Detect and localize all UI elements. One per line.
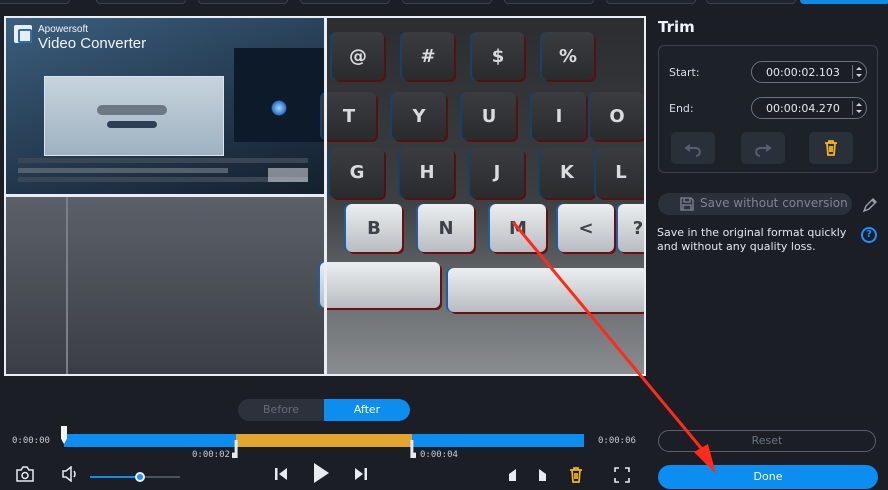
save-without-conversion-button[interactable]: Save without conversion bbox=[658, 193, 852, 215]
timeline-selection[interactable] bbox=[235, 434, 413, 447]
toolbar-tab[interactable] bbox=[96, 0, 186, 4]
save-description: Save in the original format quickly and … bbox=[657, 226, 847, 253]
selection-end-time: 0:00:04 bbox=[420, 450, 458, 460]
keyboard-key: I bbox=[532, 92, 586, 140]
keyboard-key: O bbox=[590, 92, 644, 140]
video-frame-keyboard: @ # $ % T Y U I O G H J K L B N M < ? bbox=[320, 18, 644, 374]
start-time-field[interactable]: 00:00:02.103 bbox=[751, 61, 867, 83]
undo-icon bbox=[684, 144, 701, 157]
undo-button[interactable] bbox=[671, 132, 715, 164]
keyboard-key: @ bbox=[332, 32, 384, 80]
step-forward-icon[interactable] bbox=[354, 466, 368, 482]
toolbar-tab[interactable] bbox=[402, 0, 492, 4]
timeline-end-time: 0:00:06 bbox=[598, 436, 636, 446]
end-label: End: bbox=[669, 102, 694, 115]
keyboard-key: % bbox=[542, 32, 594, 80]
keyboard-key: $ bbox=[472, 32, 524, 80]
selection-start-time: 0:00:02 bbox=[192, 450, 230, 460]
toolbar-tab[interactable] bbox=[504, 0, 594, 4]
glow-icon bbox=[271, 100, 287, 116]
keyboard-key: N bbox=[418, 204, 474, 252]
recorded-button bbox=[268, 168, 308, 182]
trash-icon[interactable] bbox=[568, 466, 584, 484]
before-after-toggle[interactable]: Before After bbox=[238, 399, 410, 421]
start-time-value: 00:00:02.103 bbox=[766, 66, 840, 79]
keyboard-key: # bbox=[402, 32, 454, 80]
keyboard-key: G bbox=[330, 148, 384, 198]
speaker-icon[interactable] bbox=[62, 466, 80, 482]
toggle-after[interactable]: After bbox=[324, 399, 410, 421]
fullscreen-icon[interactable] bbox=[614, 467, 630, 483]
mark-out-icon[interactable] bbox=[536, 468, 548, 482]
overlay-product: Video Converter bbox=[38, 35, 147, 52]
video-frame-gray bbox=[6, 196, 324, 374]
redo-icon bbox=[755, 144, 772, 157]
overlay-brand: Apowersoft bbox=[38, 24, 89, 35]
camera-icon[interactable] bbox=[16, 466, 34, 482]
video-preview[interactable]: Apowersoft Video Converter @ # $ % T Y U… bbox=[4, 16, 646, 376]
recorded-bar bbox=[18, 158, 308, 163]
keyboard-key: ? bbox=[618, 204, 644, 252]
trim-title: Trim bbox=[658, 18, 695, 36]
end-time-field[interactable]: 00:00:04.270 bbox=[751, 97, 867, 119]
keyboard-key: U bbox=[462, 92, 516, 140]
keyboard-key: L bbox=[596, 148, 644, 198]
reset-button[interactable]: Reset bbox=[658, 430, 876, 452]
toggle-before[interactable]: Before bbox=[238, 399, 324, 421]
toolbar-tab-active[interactable] bbox=[800, 0, 888, 4]
redo-button[interactable] bbox=[741, 132, 785, 164]
toolbar-tab[interactable] bbox=[606, 0, 696, 4]
toolbar-tab[interactable] bbox=[0, 0, 70, 4]
pencil-icon[interactable] bbox=[862, 197, 878, 213]
step-back-icon[interactable] bbox=[274, 466, 288, 482]
keyboard-key: M bbox=[490, 204, 546, 252]
keyboard-key: H bbox=[400, 148, 454, 198]
frame-edge bbox=[66, 196, 68, 374]
app-logo-icon bbox=[14, 25, 32, 43]
save-button-label: Save without conversion bbox=[700, 196, 848, 210]
keyboard-key bbox=[320, 262, 440, 308]
start-spinner-icon[interactable] bbox=[852, 65, 862, 79]
frame-seam bbox=[324, 18, 327, 374]
keyboard-key: B bbox=[346, 204, 402, 252]
help-icon[interactable]: ? bbox=[861, 227, 877, 243]
trim-card: Start: 00:00:02.103 End: 00:00:04.270 bbox=[658, 45, 878, 173]
trash-icon bbox=[825, 140, 837, 156]
keyboard-key: J bbox=[470, 148, 524, 198]
recorded-side-panel bbox=[234, 48, 324, 142]
start-label: Start: bbox=[669, 66, 700, 79]
keyboard-key: K bbox=[540, 148, 594, 198]
timeline-start-time: 0:00:00 bbox=[12, 436, 50, 446]
keyboard-key: < bbox=[558, 204, 614, 252]
end-time-value: 00:00:04.270 bbox=[766, 102, 840, 115]
end-spinner-icon[interactable] bbox=[852, 101, 862, 115]
keyboard-key: Y bbox=[392, 92, 446, 140]
toolbar-tab[interactable] bbox=[300, 0, 390, 4]
done-button[interactable]: Done bbox=[658, 465, 878, 489]
recorded-bar bbox=[18, 168, 228, 173]
frame-seam bbox=[6, 194, 326, 197]
delete-segment-button[interactable] bbox=[809, 132, 853, 164]
video-frame-screen-recording: Apowersoft Video Converter bbox=[6, 18, 324, 195]
play-icon[interactable] bbox=[312, 462, 330, 484]
toolbar-tab[interactable] bbox=[198, 0, 288, 4]
recorded-bar bbox=[18, 177, 308, 182]
keyboard-key bbox=[448, 268, 644, 312]
toolbar-tab[interactable] bbox=[706, 0, 796, 4]
recorded-screen bbox=[44, 76, 224, 156]
volume-knob[interactable] bbox=[134, 472, 145, 482]
save-disk-icon bbox=[680, 197, 694, 211]
keyboard-key: T bbox=[322, 92, 376, 140]
mark-in-icon[interactable] bbox=[508, 468, 520, 482]
recorded-pill-small bbox=[107, 121, 157, 128]
volume-fill bbox=[90, 476, 140, 478]
recorded-pill bbox=[97, 105, 167, 115]
